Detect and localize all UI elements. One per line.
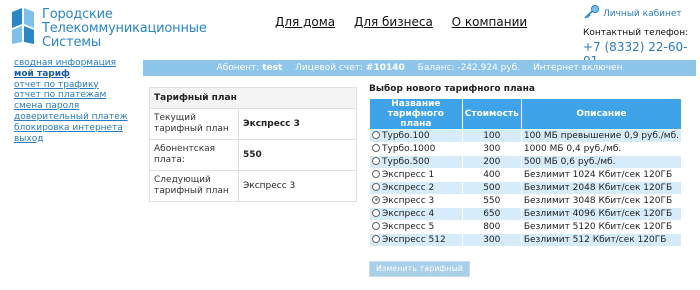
logo-emblem-icon bbox=[12, 8, 34, 44]
subscription-fee-label: Абонентская плата: bbox=[149, 139, 239, 171]
plan-radio[interactable] bbox=[372, 156, 380, 165]
sidebar-item-payments-report[interactable]: отчет по платежам bbox=[14, 90, 128, 101]
column-header-name: Название тарифного плана bbox=[369, 98, 463, 130]
plan-cost: 500 bbox=[461, 181, 522, 195]
plan-description: 100 МБ превышение 0,9 руб./мб. bbox=[520, 129, 683, 143]
account-info-bar: Абонент: test Лицевой счет: #10140 Балан… bbox=[143, 60, 696, 76]
subscriber-label: Абонент: bbox=[216, 63, 260, 73]
balance-value: -242.924 руб. bbox=[457, 63, 521, 73]
change-plan-button[interactable]: Изменить тарифный план bbox=[369, 261, 470, 287]
plan-cost: 800 bbox=[461, 220, 522, 234]
sidebar-menu: сводная информация мой тариф отчет по тр… bbox=[14, 58, 128, 144]
column-header-description: Описание bbox=[520, 98, 683, 130]
table-row[interactable]: Экспресс 512 300 Безлимит 512 Кбит/сек 1… bbox=[369, 233, 683, 247]
nav-home-link[interactable]: Для дома bbox=[275, 15, 335, 29]
plan-radio[interactable] bbox=[372, 182, 380, 191]
plan-description: Безлимит 512 Кбит/сек 120ГБ bbox=[520, 233, 683, 247]
account-label: Лицевой счет: bbox=[295, 63, 364, 73]
table-row[interactable]: Экспресс 1 400 Безлимит 1024 Кбит/сек 12… bbox=[369, 168, 683, 182]
current-plan-value: Экспресс 3 bbox=[238, 108, 357, 140]
subscriber-value: test bbox=[262, 63, 283, 73]
current-plan-header: Тарифный план bbox=[149, 87, 357, 109]
plan-cost: 550 bbox=[461, 194, 522, 208]
plan-description: 500 МБ 0,6 руб./мб. bbox=[520, 155, 683, 169]
logo-line: Системы bbox=[42, 35, 101, 50]
plan-name: Турбо.1000 bbox=[382, 144, 436, 154]
plan-name: Экспресс 1 bbox=[382, 170, 435, 180]
plan-radio[interactable] bbox=[372, 221, 380, 230]
sidebar-item-trust-payment[interactable]: доверительный платеж bbox=[14, 112, 128, 123]
plan-description: 1000 МБ 0,4 руб./мб. bbox=[520, 142, 683, 156]
table-row[interactable]: Экспресс 4 650 Безлимит 4096 Кбит/сек 12… bbox=[369, 207, 683, 221]
table-row[interactable]: Экспресс 5 800 Безлимит 5120 Кбит/сек 12… bbox=[369, 220, 683, 234]
plan-name-cell: Турбо.100 bbox=[369, 129, 463, 143]
sidebar-item-summary[interactable]: сводная информация bbox=[14, 58, 128, 69]
table-row[interactable]: Экспресс 3 550 Безлимит 3048 Кбит/сек 12… bbox=[369, 194, 683, 208]
plan-radio[interactable] bbox=[372, 169, 380, 178]
cabinet-label: Личный кабинет bbox=[603, 9, 682, 19]
plan-description: Безлимит 3048 Кбит/сек 120ГБ bbox=[520, 194, 683, 208]
plan-radio[interactable] bbox=[372, 234, 380, 243]
sidebar-item-my-tariff[interactable]: мой тариф bbox=[14, 69, 128, 80]
plan-name-cell: Экспресс 1 bbox=[369, 168, 463, 182]
sidebar-item-logout[interactable]: выход bbox=[14, 134, 128, 145]
plan-name: Турбо.100 bbox=[382, 131, 430, 141]
nav-about-link[interactable]: О компании bbox=[452, 15, 528, 29]
plan-description: Безлимит 4096 Кбит/сек 120ГБ bbox=[520, 207, 683, 221]
plan-cost: 200 bbox=[461, 155, 522, 169]
contact-label: Контактный телефон: bbox=[583, 28, 689, 38]
current-plan-table: Тарифный план Текущий тарифный план Эксп… bbox=[149, 87, 357, 202]
logo-wordmark: Городские Телекоммуникационные Системы bbox=[42, 8, 207, 50]
plan-name-cell: Экспресс 2 bbox=[369, 181, 463, 195]
plan-name-cell: Экспресс 5 bbox=[369, 220, 463, 234]
internet-status: Интернет включен bbox=[533, 63, 623, 73]
key-icon bbox=[583, 5, 599, 22]
sidebar-item-block-internet[interactable]: блокировка интернета bbox=[14, 123, 128, 134]
table-row[interactable]: Турбо.1000 300 1000 МБ 0,4 руб./мб. bbox=[369, 142, 683, 156]
plan-name: Экспресс 512 bbox=[382, 235, 446, 245]
tariff-plans-table: Название тарифного плана Стоимость Описа… bbox=[369, 98, 683, 247]
balance-label: Баланс: bbox=[417, 63, 455, 73]
account-value: #10140 bbox=[365, 63, 405, 73]
company-logo[interactable]: Городские Телекоммуникационные Системы bbox=[8, 6, 207, 52]
plan-name-cell: Экспресс 3 bbox=[369, 194, 463, 208]
subscription-fee-value: 550 bbox=[238, 139, 357, 171]
logo-line: Телекоммуникационные bbox=[42, 21, 207, 36]
plan-name-cell: Экспресс 512 bbox=[369, 233, 463, 247]
column-header-cost: Стоимость bbox=[461, 98, 522, 130]
next-plan-label: Следующий тарифный план bbox=[149, 170, 239, 202]
plan-name-cell: Турбо.500 bbox=[369, 155, 463, 169]
nav-business-link[interactable]: Для бизнеса bbox=[354, 15, 433, 29]
plan-name-cell: Турбо.1000 bbox=[369, 142, 463, 156]
current-plan-label: Текущий тарифный план bbox=[149, 108, 239, 140]
plan-radio[interactable] bbox=[372, 195, 380, 204]
plan-cost: 300 bbox=[461, 142, 522, 156]
plan-radio[interactable] bbox=[372, 143, 380, 152]
plan-description: Безлимит 2048 Кбит/сек 120ГБ bbox=[520, 181, 683, 195]
plan-description: Безлимит 5120 Кбит/сек 120ГБ bbox=[520, 220, 683, 234]
plan-description: Безлимит 1024 Кбит/сек 120ГБ bbox=[520, 168, 683, 182]
plan-cost: 400 bbox=[461, 168, 522, 182]
plan-name: Экспресс 2 bbox=[382, 183, 435, 193]
plan-name-cell: Экспресс 4 bbox=[369, 207, 463, 221]
logo-line: Городские bbox=[42, 7, 113, 22]
plan-radio[interactable] bbox=[372, 130, 380, 139]
table-row[interactable]: Экспресс 2 500 Безлимит 2048 Кбит/сек 12… bbox=[369, 181, 683, 195]
top-navigation: Для дома Для бизнеса О компании bbox=[275, 15, 542, 29]
plan-cost: 300 bbox=[461, 233, 522, 247]
plan-cost: 100 bbox=[461, 129, 522, 143]
plan-name: Экспресс 5 bbox=[382, 222, 435, 232]
plan-radio[interactable] bbox=[372, 208, 380, 217]
new-plan-title: Выбор нового тарифного плана bbox=[369, 84, 535, 94]
sidebar-item-traffic-report[interactable]: отчет по трафику bbox=[14, 80, 128, 91]
table-row[interactable]: Турбо.100 100 100 МБ превышение 0,9 руб.… bbox=[369, 129, 683, 143]
table-row[interactable]: Турбо.500 200 500 МБ 0,6 руб./мб. bbox=[369, 155, 683, 169]
plan-cost: 650 bbox=[461, 207, 522, 221]
plan-name: Турбо.500 bbox=[382, 157, 430, 167]
plan-name: Экспресс 3 bbox=[382, 196, 435, 206]
next-plan-value: Экспресс 3 bbox=[238, 170, 357, 202]
sidebar-item-change-password[interactable]: смена пароля bbox=[14, 101, 128, 112]
plan-name: Экспресс 4 bbox=[382, 209, 435, 219]
personal-cabinet-link[interactable]: Личный кабинет bbox=[583, 5, 682, 22]
